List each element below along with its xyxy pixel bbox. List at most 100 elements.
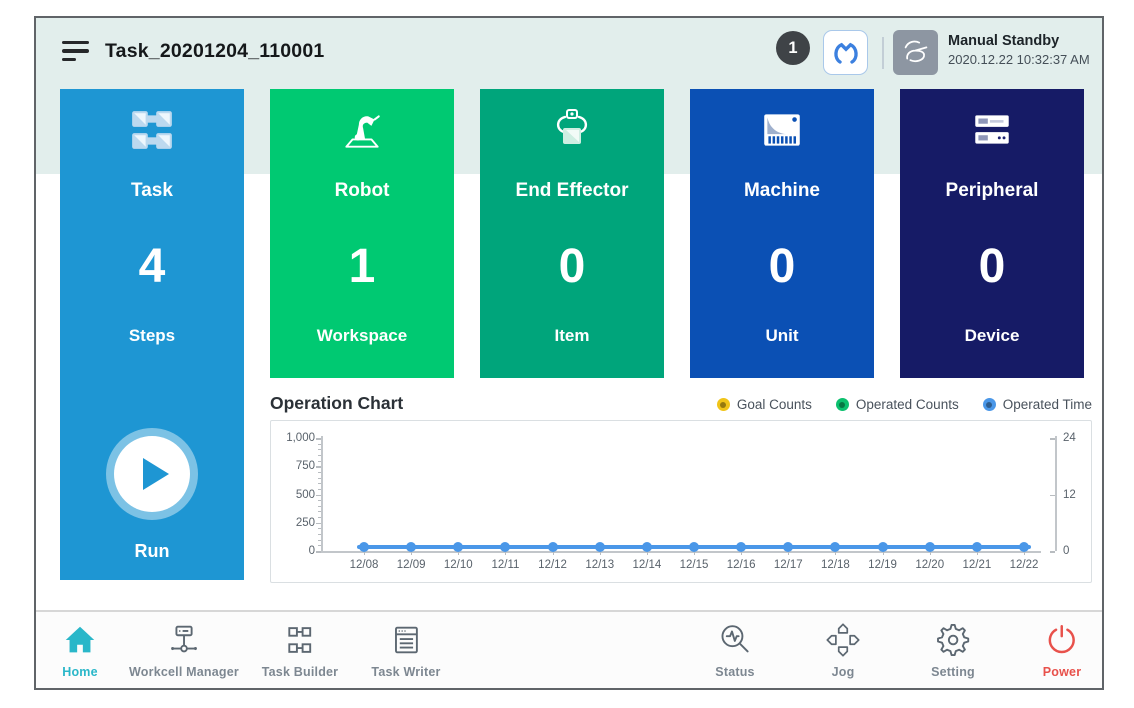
card-robot[interactable]: Robot 1 Workspace <box>270 89 454 378</box>
gripper-mode-icon <box>831 38 861 68</box>
series-dot <box>1019 542 1029 552</box>
series-dot <box>359 542 369 552</box>
operation-chart-title: Operation Chart <box>270 392 403 414</box>
hamburger-menu-icon[interactable] <box>62 38 89 64</box>
operated-counts-dot-icon <box>836 398 849 411</box>
xtick-label: 12/18 <box>821 559 850 571</box>
task-builder-icon <box>281 621 319 659</box>
tick <box>318 506 322 507</box>
axis <box>1055 436 1057 551</box>
goal-counts-dot-icon <box>717 398 730 411</box>
series-dot <box>972 542 982 552</box>
nav-item-status[interactable]: Status <box>715 621 754 679</box>
card-title: End Effector <box>480 179 664 203</box>
workcell-manager-icon <box>165 621 203 659</box>
card-task[interactable]: Task 4 Steps Run <box>60 89 244 580</box>
tick <box>316 495 321 497</box>
robot-status: Manual Standby 2020.12.22 10:32:37 AM <box>948 33 1090 67</box>
tick <box>1050 495 1055 497</box>
tick <box>318 489 322 490</box>
play-icon <box>143 458 169 490</box>
card-end-effector[interactable]: End Effector 0 Item <box>480 89 664 378</box>
tick <box>318 534 322 535</box>
xtick-label: 12/09 <box>397 559 426 571</box>
ytick-label: 750 <box>275 460 315 472</box>
tick <box>505 551 506 555</box>
tick <box>647 551 648 555</box>
nav-item-workcell-manager[interactable]: Workcell Manager <box>129 621 239 679</box>
header-divider <box>882 37 884 69</box>
peripheral-icon <box>900 105 1084 155</box>
robot-arm-icon <box>270 105 454 155</box>
run-button[interactable] <box>106 428 198 520</box>
manual-mode-button[interactable] <box>893 30 938 75</box>
legend-goal-counts[interactable]: Goal Counts <box>717 397 812 412</box>
series-dot <box>783 542 793 552</box>
notification-badge[interactable]: 1 <box>776 31 810 65</box>
card-unit: Unit <box>690 325 874 347</box>
operation-chart-plot: 1,00075050025002412012/0812/0912/1012/11… <box>270 420 1092 583</box>
tick <box>318 444 322 445</box>
tick <box>1024 551 1025 555</box>
status-title: Manual Standby <box>948 33 1090 49</box>
ytick-label: 500 <box>275 489 315 501</box>
nav-item-setting[interactable]: Setting <box>931 621 975 679</box>
tick <box>788 551 789 555</box>
series-dot <box>548 542 558 552</box>
card-peripheral[interactable]: Peripheral 0 Device <box>900 89 1084 378</box>
xtick-label: 12/21 <box>962 559 991 571</box>
tick <box>318 461 322 462</box>
card-title: Task <box>60 179 244 203</box>
nav-item-home[interactable]: Home <box>61 621 99 679</box>
manual-mode-hand-icon <box>900 37 932 69</box>
xtick-label: 12/16 <box>727 559 756 571</box>
nav-item-task-builder[interactable]: Task Builder <box>262 621 339 679</box>
card-machine[interactable]: Machine 0 Unit <box>690 89 874 378</box>
power-icon <box>1043 621 1081 659</box>
axis <box>321 551 1041 553</box>
xtick-label: 12/10 <box>444 559 473 571</box>
xtick-label: 12/13 <box>585 559 614 571</box>
xtick-label: 12/22 <box>1010 559 1039 571</box>
tick <box>318 528 322 529</box>
tick <box>835 551 836 555</box>
chart-legend: Goal Counts Operated Counts Operated Tim… <box>717 397 1092 412</box>
legend-operated-time[interactable]: Operated Time <box>983 397 1092 412</box>
app-window: Task_20201204_110001 1 Manual Standby 20… <box>34 16 1104 690</box>
card-unit: Steps <box>60 325 244 347</box>
run-label: Run <box>60 539 244 563</box>
xtick-label: 12/20 <box>915 559 944 571</box>
rtick-label: 12 <box>1063 489 1076 501</box>
series-dot <box>925 542 935 552</box>
series-dot <box>453 542 463 552</box>
card-value: 1 <box>270 239 454 295</box>
card-unit: Item <box>480 325 664 347</box>
card-value: 0 <box>690 239 874 295</box>
tick <box>316 466 321 468</box>
tick <box>318 540 322 541</box>
card-unit: Device <box>900 325 1084 347</box>
card-title: Robot <box>270 179 454 203</box>
servo-mode-button[interactable] <box>823 30 868 75</box>
card-value: 4 <box>60 239 244 295</box>
task-steps-icon <box>60 105 244 155</box>
series-dot <box>736 542 746 552</box>
tick <box>600 551 601 555</box>
tick <box>318 517 322 518</box>
tick <box>318 545 322 546</box>
task-writer-icon <box>387 621 425 659</box>
nav-item-task-writer[interactable]: Task Writer <box>371 621 440 679</box>
nav-item-jog[interactable]: Jog <box>824 621 862 679</box>
rtick-label: 24 <box>1063 432 1076 444</box>
tick <box>741 551 742 555</box>
status-icon <box>716 621 754 659</box>
tick <box>1050 551 1055 553</box>
series-dot <box>595 542 605 552</box>
axis <box>321 436 323 551</box>
nav-item-power[interactable]: Power <box>1043 621 1082 679</box>
tick <box>316 523 321 525</box>
operated-time-dot-icon <box>983 398 996 411</box>
legend-operated-counts[interactable]: Operated Counts <box>836 397 959 412</box>
ytick-label: 250 <box>275 517 315 529</box>
tick <box>318 478 322 479</box>
